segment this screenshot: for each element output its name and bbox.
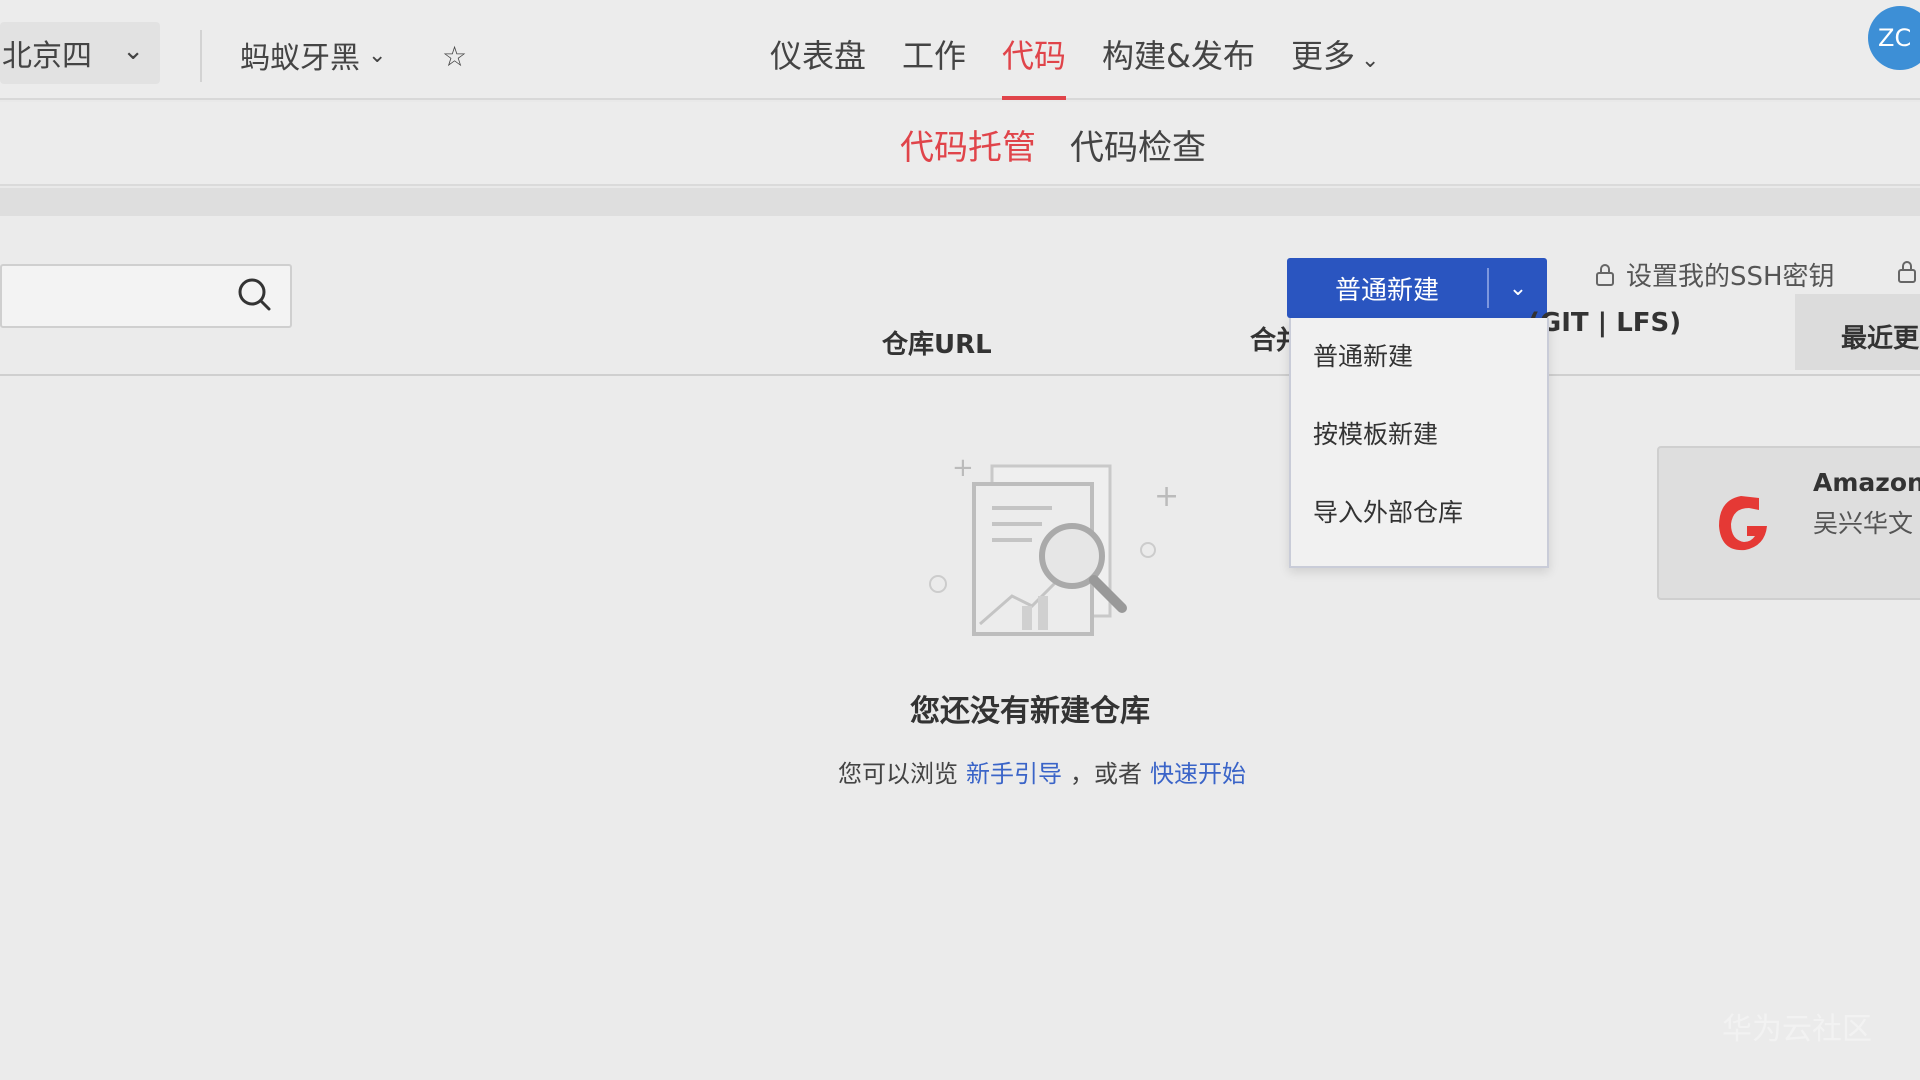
empty-state-prefix: 您可以浏览	[838, 760, 958, 788]
menu-item-import-external[interactable]: 导入外部仓库	[1291, 488, 1547, 566]
svg-text:+: +	[1154, 479, 1179, 514]
column-header-recent[interactable]: 最近更	[1795, 294, 1920, 370]
main-nav: 仪表盘 工作 代码 构建&发布 更多 ⌄	[752, 30, 1397, 100]
divider	[0, 188, 1920, 216]
nav-label: 工作	[902, 37, 967, 75]
project-select[interactable]: 蚂蚁牙黑 ⌄	[240, 32, 386, 78]
nav-code[interactable]: 代码	[984, 30, 1084, 100]
table-header: 仓库URL 合并 (GIT | LFS) 最近更	[0, 294, 1920, 376]
beginner-guide-link[interactable]: 新手引导	[966, 754, 1062, 789]
ssh-key-link[interactable]: 设置我的SSH密钥	[1594, 256, 1835, 293]
chevron-down-icon: ⌄	[368, 42, 387, 68]
tab-code-hosting[interactable]: 代码托管	[900, 120, 1036, 169]
nav-label: 仪表盘	[770, 37, 867, 75]
nav-work[interactable]: 工作	[884, 30, 984, 100]
card-subtitle: 吴兴华文	[1813, 509, 1914, 538]
nav-label: 代码	[1002, 37, 1067, 75]
column-header-capacity: (GIT | LFS)	[1528, 308, 1682, 338]
nav-more[interactable]: 更多 ⌄	[1273, 30, 1397, 100]
brand-logo-icon	[1719, 496, 1767, 551]
tab-code-check[interactable]: 代码检查	[1070, 120, 1206, 169]
lock-icon[interactable]	[1896, 260, 1918, 284]
ssh-key-label: 设置我的SSH密钥	[1626, 262, 1835, 292]
empty-state-illustration: + +	[929, 453, 1179, 636]
divider	[200, 30, 202, 82]
quick-start-link[interactable]: 快速开始	[1150, 754, 1246, 789]
svg-text:+: +	[952, 453, 974, 483]
new-repo-dropdown: 普通新建 按模板新建 导入外部仓库	[1289, 318, 1549, 568]
star-icon[interactable]: ☆	[442, 40, 467, 73]
card-title: Amazon	[1813, 468, 1920, 497]
top-navbar: 北京四 ⌄ 蚂蚁牙黑 ⌄ ☆ 仪表盘 工作 代码 构建&发布 更多 ⌄ ZC	[0, 0, 1920, 100]
column-header-url: 仓库URL	[882, 330, 992, 360]
nav-label: 更多	[1291, 37, 1356, 75]
avatar[interactable]: ZC	[1868, 6, 1920, 70]
side-card[interactable]: Amazon 吴兴华文	[1657, 446, 1920, 600]
column-header-recent-label: 最近更	[1841, 324, 1920, 354]
empty-state-message: 您可以浏览 新手引导 ，或者 快速开始	[838, 754, 1246, 789]
lock-icon	[1596, 263, 1614, 286]
chevron-down-icon: ⌄	[1361, 48, 1380, 73]
project-label: 蚂蚁牙黑	[240, 41, 360, 76]
nav-build-release[interactable]: 构建&发布	[1084, 30, 1273, 100]
region-label: 北京四	[2, 39, 92, 74]
nav-dashboard[interactable]: 仪表盘	[752, 30, 884, 100]
empty-state-title: 您还没有新建仓库	[910, 694, 1150, 729]
region-select[interactable]: 北京四 ⌄	[0, 22, 160, 84]
watermark: 华为云社区	[1722, 1012, 1872, 1047]
sub-nav: 代码托管 代码检查	[0, 102, 1920, 186]
chevron-down-icon: ⌄	[122, 36, 144, 66]
empty-state-middle: ，或者	[1070, 760, 1142, 788]
nav-label: 构建&发布	[1102, 37, 1256, 75]
menu-item-template-new[interactable]: 按模板新建	[1291, 410, 1547, 488]
main-content: 普通新建 ⌄ 设置我的SSH密钥 仓库URL 合并 (GIT | LFS) 最近…	[0, 216, 1920, 1080]
menu-item-normal-new[interactable]: 普通新建	[1291, 332, 1547, 410]
